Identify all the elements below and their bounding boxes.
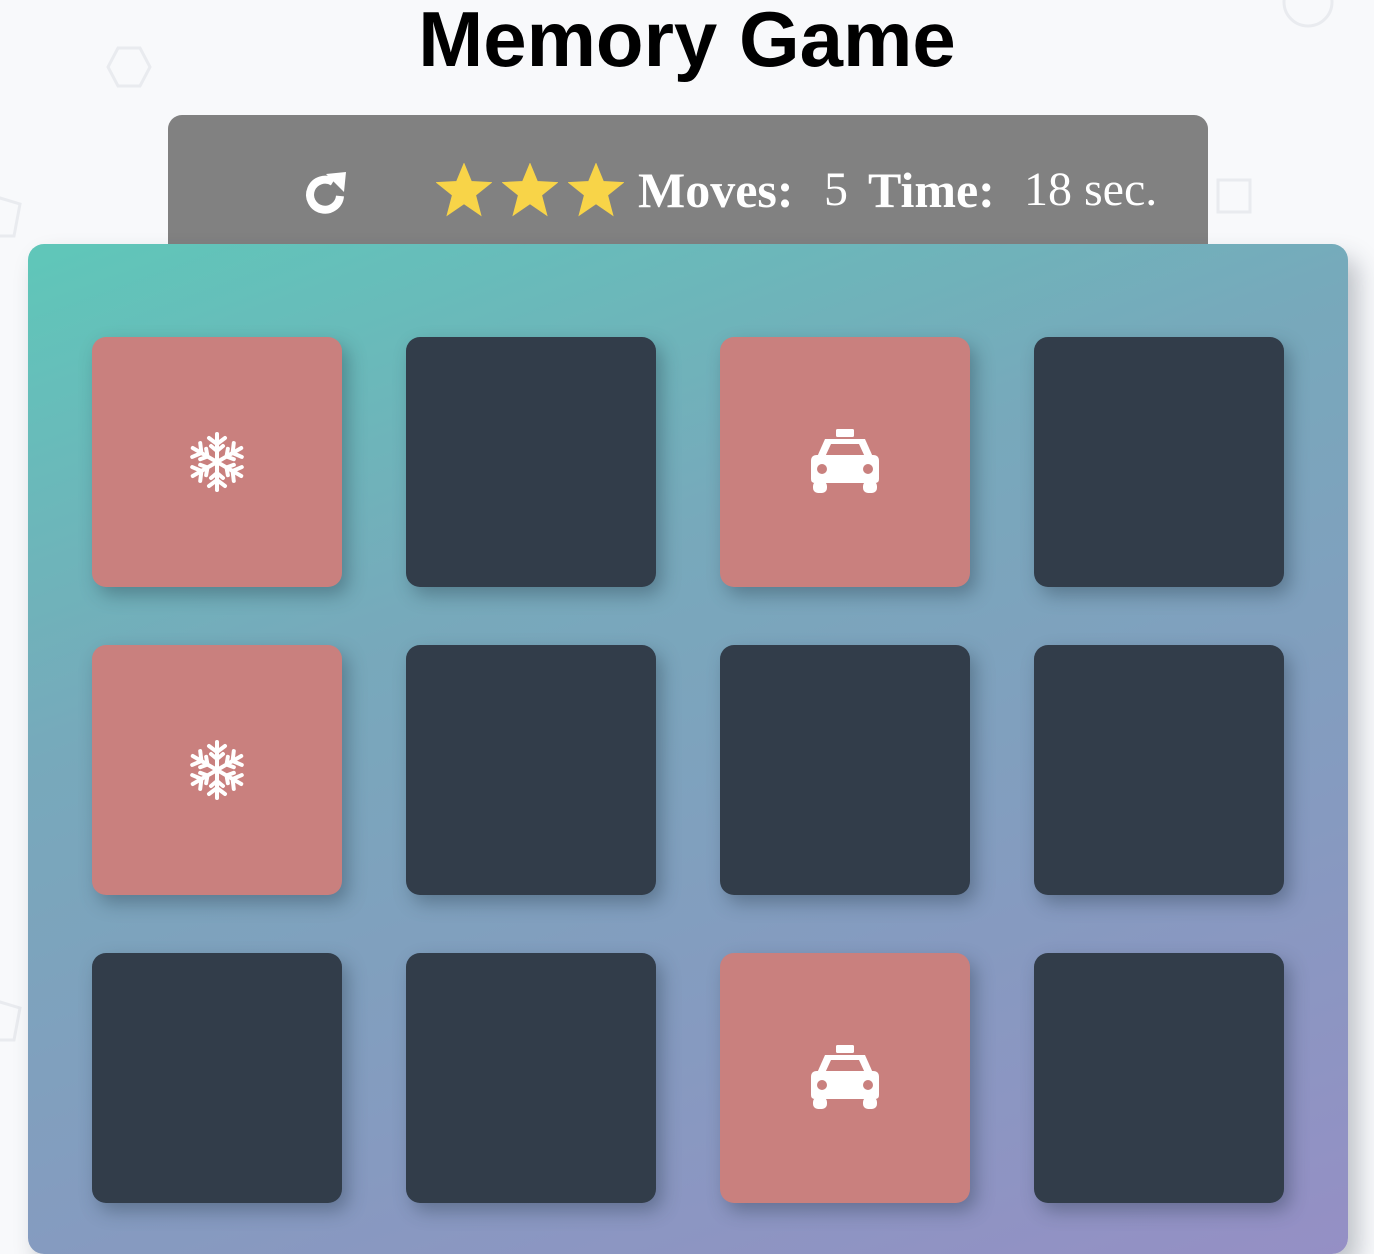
card[interactable] (92, 337, 342, 587)
card[interactable] (1034, 953, 1284, 1203)
card[interactable] (720, 645, 970, 895)
rotate-right-icon[interactable] (300, 168, 352, 220)
star-icon (568, 163, 624, 219)
card[interactable] (1034, 337, 1284, 587)
card[interactable] (406, 337, 656, 587)
card[interactable] (406, 645, 656, 895)
snowflake-icon (185, 430, 249, 494)
background-square-shape (1216, 178, 1252, 214)
page-title: Memory Game (418, 0, 956, 83)
card[interactable] (1034, 645, 1284, 895)
star-icon (436, 163, 492, 219)
background-pentagon-shape (0, 196, 22, 238)
background-pentagon-shape (0, 1000, 22, 1042)
card[interactable] (92, 645, 342, 895)
moves-label: Moves: (638, 162, 794, 218)
time-label: Time: (868, 162, 995, 218)
snowflake-icon (185, 738, 249, 802)
card[interactable] (720, 953, 970, 1203)
card[interactable] (92, 953, 342, 1203)
card-deck (28, 244, 1348, 1254)
taxi-icon (805, 1043, 885, 1113)
moves-counter: 5 (824, 163, 848, 216)
card[interactable] (406, 953, 656, 1203)
card[interactable] (720, 337, 970, 587)
taxi-icon (805, 427, 885, 497)
star-icon (502, 163, 558, 219)
timer: 18 sec. (1024, 163, 1158, 216)
star-rating (436, 163, 624, 219)
